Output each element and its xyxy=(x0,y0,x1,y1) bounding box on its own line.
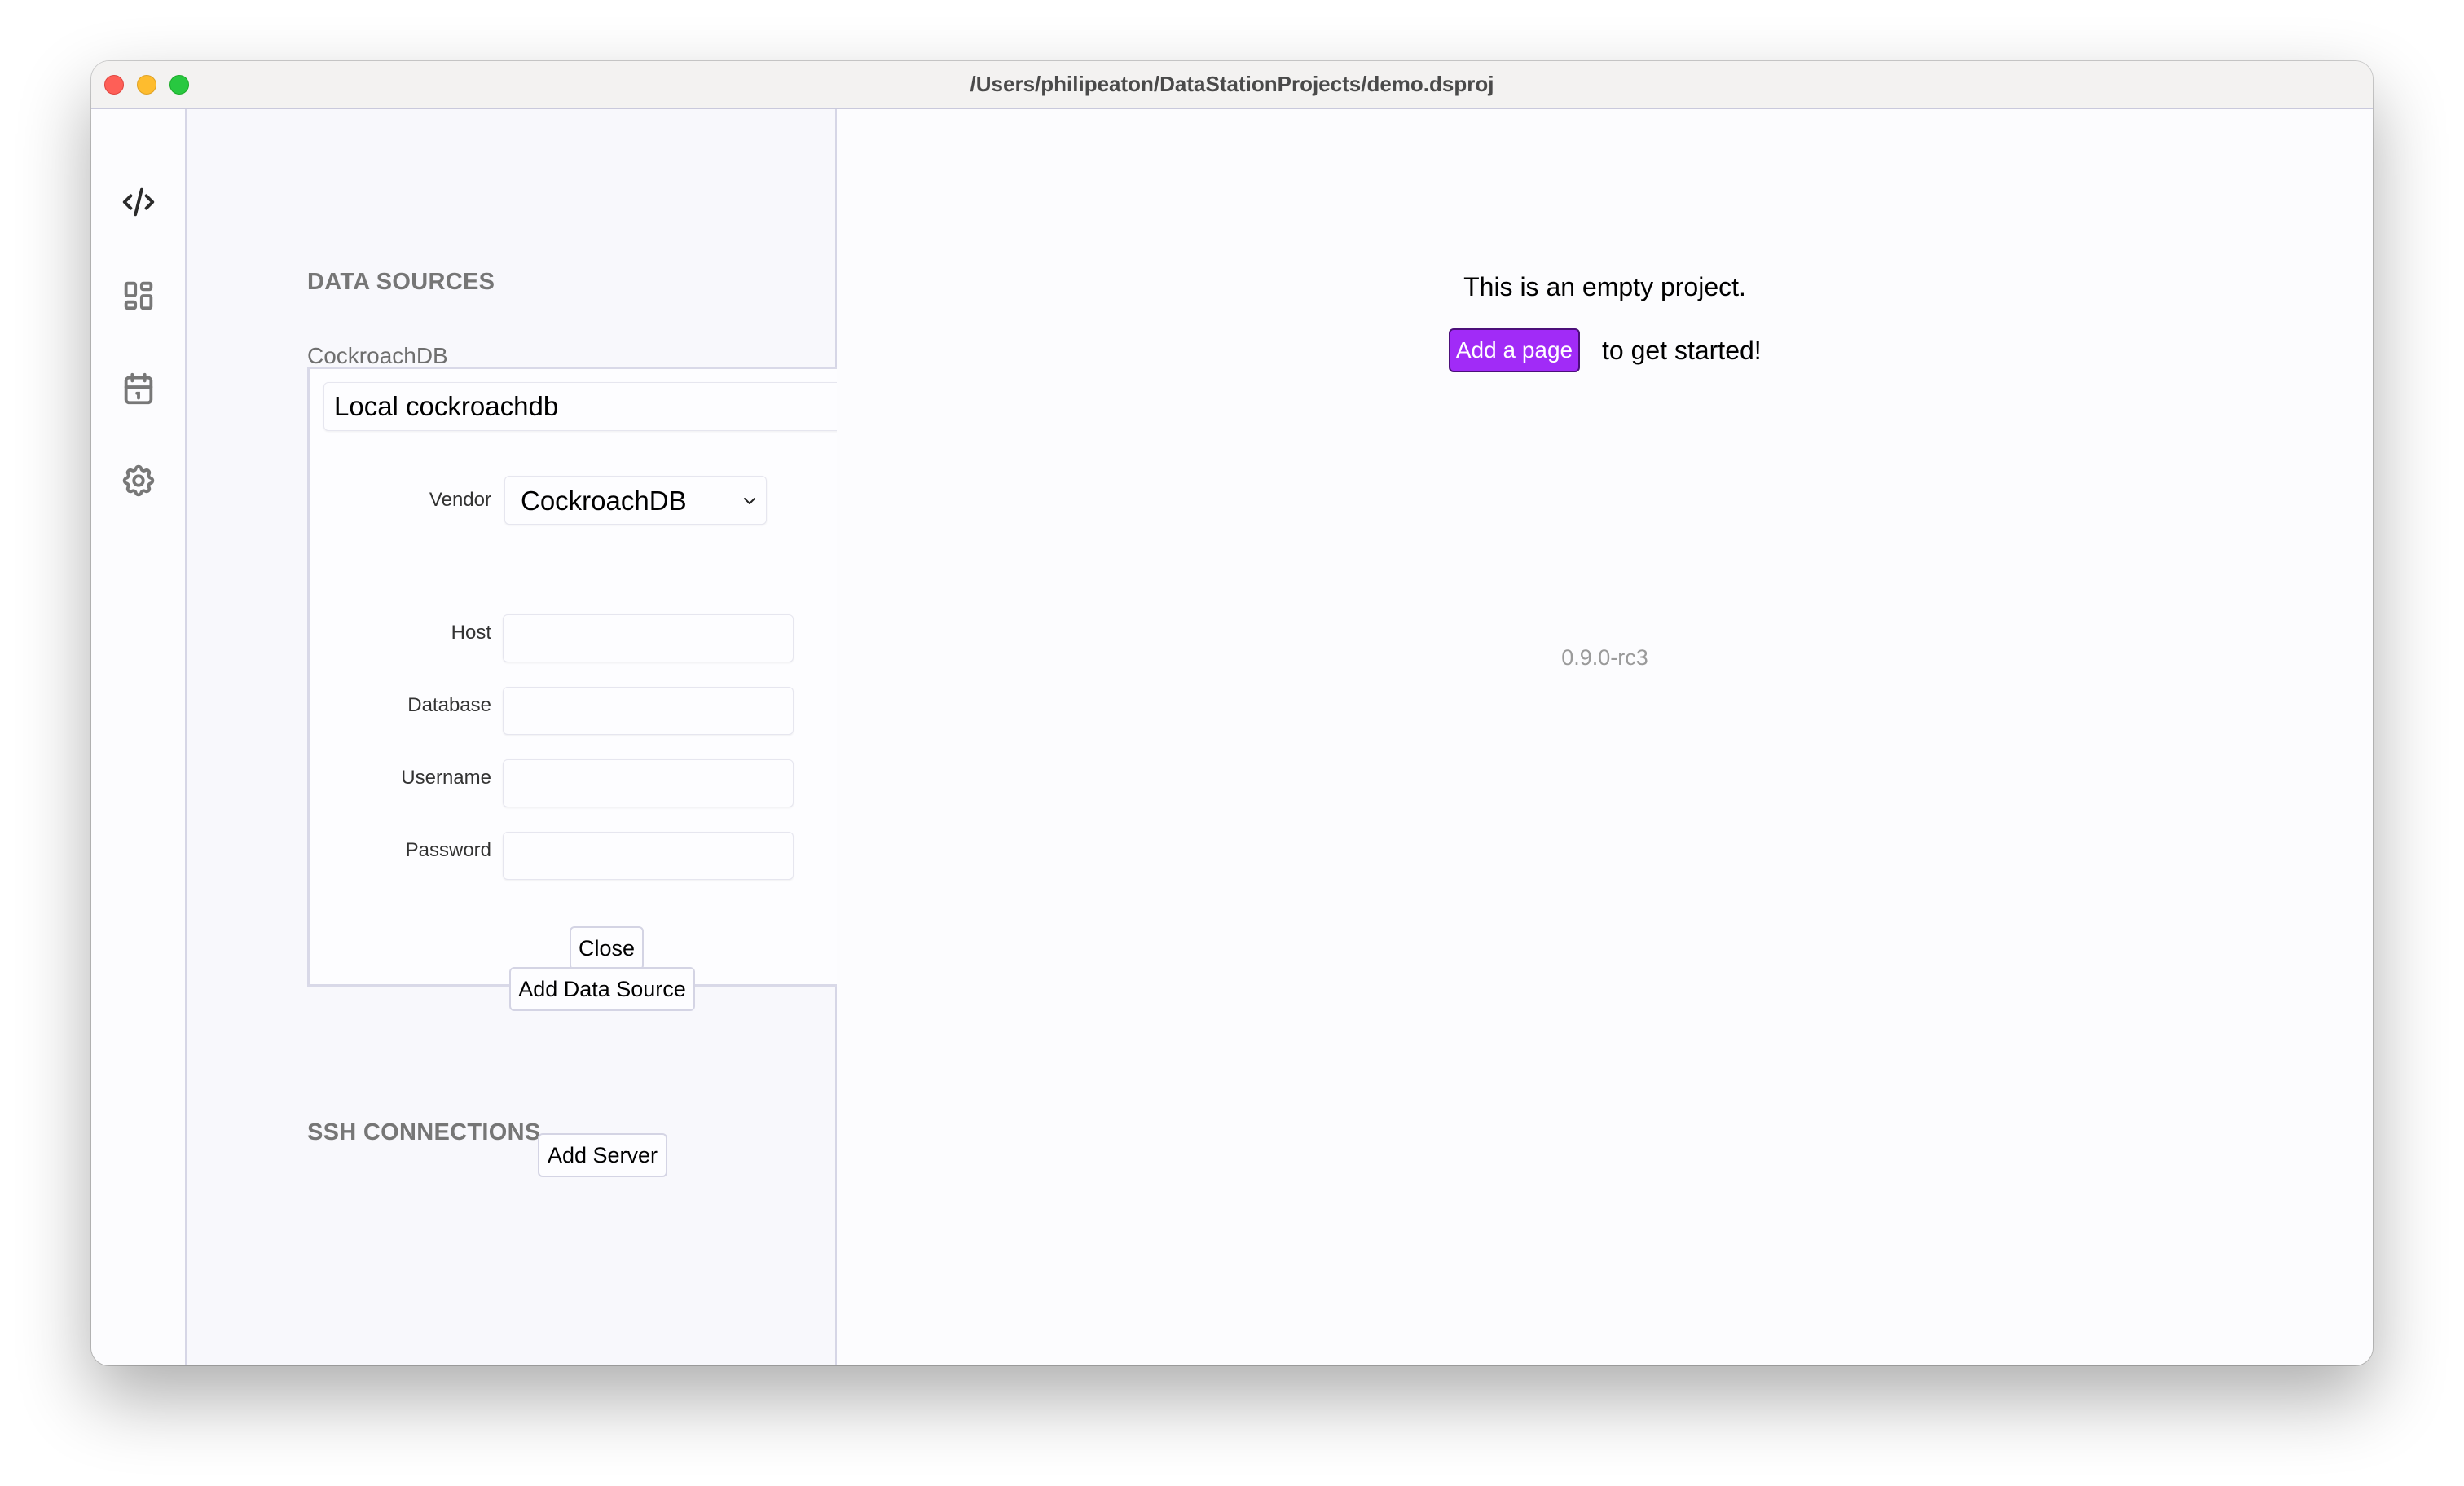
database-input[interactable] xyxy=(503,687,794,735)
vendor-label: Vendor xyxy=(429,489,491,511)
rail-item-settings[interactable] xyxy=(120,462,157,499)
rail-item-scheduler[interactable] xyxy=(120,370,157,407)
ssh-connections-heading: SSH CONNECTIONS xyxy=(307,1119,541,1145)
dashboard-icon xyxy=(124,281,153,310)
calendar-icon xyxy=(124,372,153,405)
host-label: Host xyxy=(451,622,491,644)
window-title: /Users/philipeaton/DataStationProjects/d… xyxy=(970,72,1494,96)
vendor-select-value: CockroachDB xyxy=(521,486,687,516)
close-button[interactable]: Close xyxy=(570,926,644,970)
data-sources-heading: DATA SOURCES xyxy=(307,269,495,295)
rail-item-editor[interactable] xyxy=(120,183,157,221)
vendor-select[interactable]: CockroachDB xyxy=(504,476,767,525)
title-bar: /Users/philipeaton/DataStationProjects/d… xyxy=(91,61,2373,109)
password-label: Password xyxy=(405,839,491,861)
username-input[interactable] xyxy=(503,759,794,807)
add-page-button[interactable]: Add a page xyxy=(1449,328,1580,372)
data-source-type-label: CockroachDB xyxy=(307,343,448,368)
username-label: Username xyxy=(401,767,491,789)
empty-project-message: This is an empty project. xyxy=(1463,272,1746,301)
code-icon xyxy=(122,187,155,217)
main-content: This is an empty project. Add a page to … xyxy=(837,109,2373,1365)
add-server-button[interactable]: Add Server xyxy=(538,1133,667,1177)
app-window: /Users/philipeaton/DataStationProjects/d… xyxy=(91,61,2373,1365)
add-data-source-button[interactable]: Add Data Source xyxy=(509,967,695,1011)
version-label: 0.9.0-rc3 xyxy=(1561,645,1648,670)
host-input[interactable] xyxy=(503,614,794,662)
data-source-name-input[interactable] xyxy=(323,382,842,431)
sidebar-panel: DATA SOURCES CockroachDB Vendor Cockroac… xyxy=(187,109,904,1365)
gear-icon xyxy=(122,464,155,497)
database-label: Database xyxy=(407,694,491,716)
icon-rail xyxy=(91,109,187,1365)
password-input[interactable] xyxy=(503,832,794,880)
chevron-down-icon xyxy=(744,498,755,504)
data-source-card: Vendor CockroachDB Host Database Usernam… xyxy=(307,367,904,987)
rail-item-dashboard[interactable] xyxy=(120,277,157,314)
get-started-text: to get started! xyxy=(1602,336,1762,365)
